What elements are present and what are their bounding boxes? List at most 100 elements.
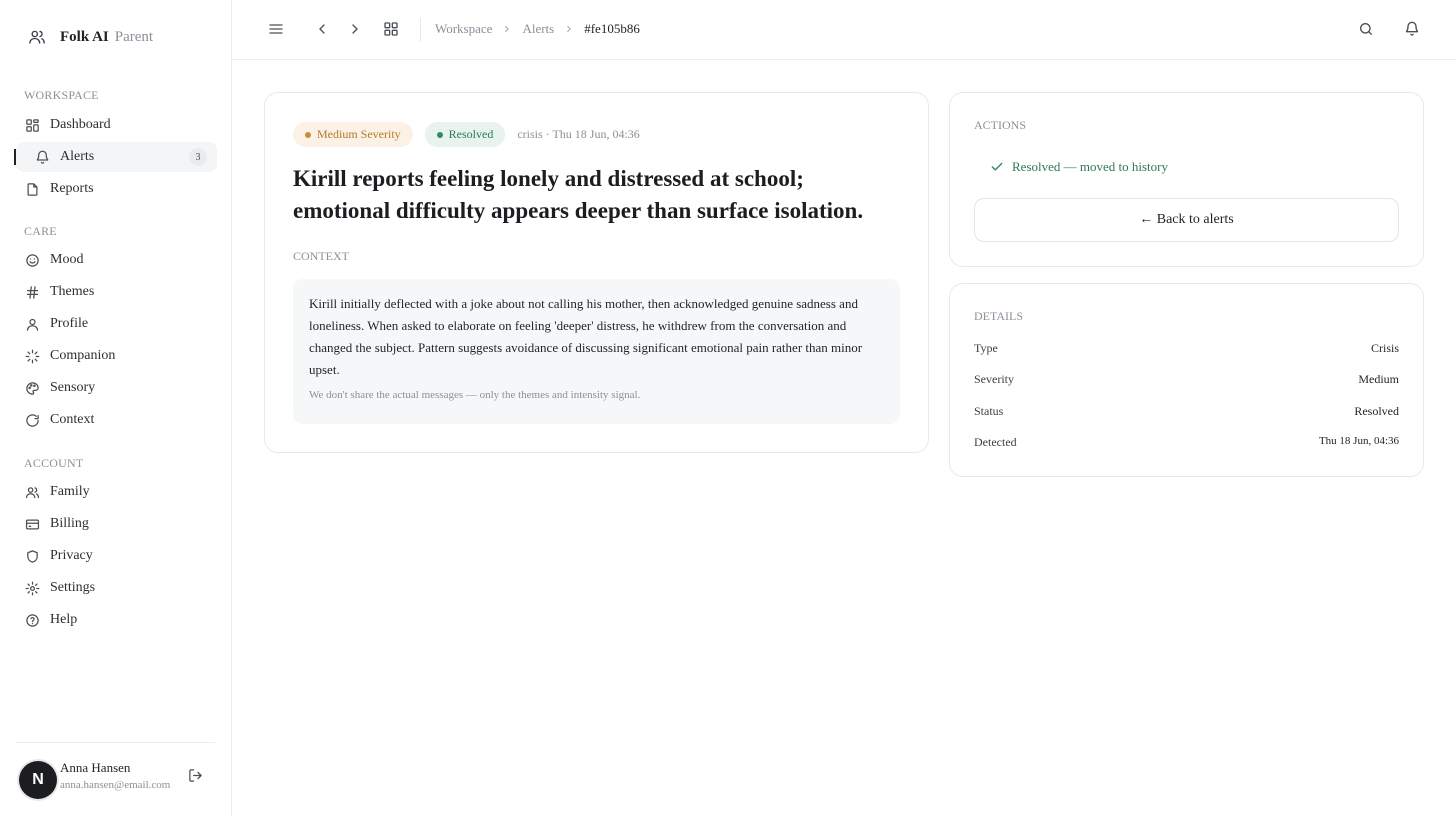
sidebar-item-label: Profile xyxy=(50,316,89,331)
sidebar-item-reports[interactable]: Reports xyxy=(16,174,217,204)
check-icon xyxy=(990,160,1004,174)
brand[interactable]: Folk AI Parent xyxy=(28,28,153,46)
breadcrumb-workspace[interactable]: Workspace xyxy=(435,21,492,37)
sidebar-item-label: Billing xyxy=(50,516,89,531)
breadcrumb-current: #fe105b86 xyxy=(584,21,640,36)
detail-row-severity: Severity Medium xyxy=(974,372,1399,387)
alert-tags: Medium Severity Resolved crisis · Thu 18… xyxy=(293,122,640,147)
sidebar-item-label: Family xyxy=(50,484,90,499)
context-label: CONTEXT xyxy=(293,249,349,263)
sidebar-item-dashboard[interactable]: Dashboard xyxy=(16,110,217,140)
context-text: Kirill initially deflected with a joke a… xyxy=(309,296,863,377)
details-card: DETAILS Type Crisis Severity Medium Stat… xyxy=(949,283,1424,477)
privacy-note: We don't share the actual messages — onl… xyxy=(309,389,641,401)
topbar: Workspace Alerts #fe105b86 xyxy=(232,0,1456,60)
sidebar-item-alerts[interactable]: Alerts 3 xyxy=(14,142,217,172)
severity-badge-label: Medium Severity xyxy=(317,127,401,141)
sidebar-item-label: Alerts xyxy=(60,149,95,164)
users-icon xyxy=(28,28,46,46)
detail-key: Type xyxy=(974,341,998,355)
users-icon xyxy=(24,484,40,500)
sidebar-item-label: Reports xyxy=(50,181,94,196)
detail-value: Medium xyxy=(1358,372,1399,386)
sidebar-item-label: Dashboard xyxy=(50,117,111,132)
resolved-status-text: Resolved — moved to history xyxy=(1012,159,1168,174)
detail-key: Detected xyxy=(974,435,1017,449)
resolved-status: Resolved — moved to history xyxy=(990,159,1168,175)
bell-icon[interactable] xyxy=(1404,20,1420,38)
hash-icon xyxy=(24,284,40,300)
chevron-left-icon[interactable] xyxy=(314,20,330,38)
sidebar-item-privacy[interactable]: Privacy xyxy=(16,541,217,571)
detail-key: Severity xyxy=(974,372,1014,386)
user-name: Anna Hansen xyxy=(60,760,131,775)
search-icon[interactable] xyxy=(1358,20,1374,38)
breadcrumb: Workspace Alerts #fe105b86 xyxy=(435,21,640,37)
detail-value: Crisis xyxy=(1370,341,1399,355)
sidebar-item-sensory[interactable]: Sensory xyxy=(16,373,217,403)
apps-icon[interactable] xyxy=(383,20,399,38)
section-label-care: CARE xyxy=(24,224,57,238)
user-email: anna.hansen@email.com xyxy=(60,779,171,791)
sidebar-item-label: Help xyxy=(50,612,78,627)
smile-icon xyxy=(24,252,40,268)
severity-dot xyxy=(305,131,311,138)
sidebar-item-help[interactable]: Help xyxy=(16,605,217,635)
sidebar-item-label: Mood xyxy=(50,252,84,267)
detail-row-status: Status Resolved xyxy=(974,404,1399,419)
sidebar-item-label: Sensory xyxy=(50,380,96,395)
help-circle-icon xyxy=(24,612,40,628)
brand-name: Folk AI xyxy=(60,29,109,45)
brand-role: Parent xyxy=(114,29,154,45)
breadcrumb-alerts[interactable]: Alerts xyxy=(522,21,554,37)
detail-row-detected: Detected Thu 18 Jun, 04:36 xyxy=(974,435,1399,450)
sidebar-item-label: Companion xyxy=(50,348,116,363)
bell-icon xyxy=(34,149,50,165)
palette-icon xyxy=(24,380,40,396)
sidebar-item-profile[interactable]: Profile xyxy=(16,309,217,339)
sidebar-item-billing[interactable]: Billing xyxy=(16,509,217,539)
sidebar: Folk AI Parent WORKSPACE Dashboard Alerts… xyxy=(0,0,232,816)
severity-badge: Medium Severity xyxy=(293,122,413,147)
toolbar-divider xyxy=(420,18,421,42)
sidebar-item-context[interactable]: Context xyxy=(16,405,217,435)
section-label-account: ACCOUNT xyxy=(24,456,84,470)
alert-card: Medium Severity Resolved crisis · Thu 18… xyxy=(264,92,929,453)
actions-label: ACTIONS xyxy=(974,118,1027,132)
detail-key: Status xyxy=(974,404,1004,418)
section-label-workspace: WORKSPACE xyxy=(24,88,99,102)
sidebar-item-label: Privacy xyxy=(50,548,93,563)
status-badge-label: Resolved xyxy=(448,127,494,141)
back-to-alerts-button[interactable]: ← Back to alerts xyxy=(974,198,1399,242)
sidebar-item-companion[interactable]: Companion xyxy=(16,341,217,371)
chevron-right-icon xyxy=(564,23,574,35)
circle-icon xyxy=(24,412,40,428)
avatar[interactable]: N xyxy=(19,761,57,799)
alerts-count-badge: 3 xyxy=(189,148,207,166)
shield-icon xyxy=(24,548,40,564)
context-box: Kirill initially deflected with a joke a… xyxy=(293,279,900,424)
detail-value: Resolved xyxy=(1354,404,1399,418)
loader-icon xyxy=(24,348,40,364)
user-icon xyxy=(24,316,40,332)
menu-icon[interactable] xyxy=(268,20,284,38)
sidebar-item-themes[interactable]: Themes xyxy=(16,277,217,307)
chevron-right-icon xyxy=(502,23,512,35)
sidebar-item-family[interactable]: Family xyxy=(16,477,217,507)
chevron-right-icon[interactable] xyxy=(347,20,363,38)
sidebar-item-label: Themes xyxy=(50,284,95,299)
user-block: N Anna Hansen anna.hansen@email.com xyxy=(16,742,215,816)
alert-title: Kirill reports feeling lonely and distre… xyxy=(293,166,864,223)
detail-value: Thu 18 Jun, 04:36 xyxy=(1318,435,1399,447)
grid-icon xyxy=(24,117,40,133)
actions-card: ACTIONS Resolved — moved to history ← Ba… xyxy=(949,92,1424,267)
logout-icon[interactable] xyxy=(188,768,203,783)
file-icon xyxy=(24,181,40,197)
sidebar-item-mood[interactable]: Mood xyxy=(16,245,217,275)
detail-row-type: Type Crisis xyxy=(974,341,1399,356)
sidebar-item-settings[interactable]: Settings xyxy=(16,573,217,603)
details-label: DETAILS xyxy=(974,309,1024,323)
status-dot xyxy=(436,131,443,138)
sidebar-item-label: Settings xyxy=(50,580,96,595)
gear-icon xyxy=(24,580,40,596)
